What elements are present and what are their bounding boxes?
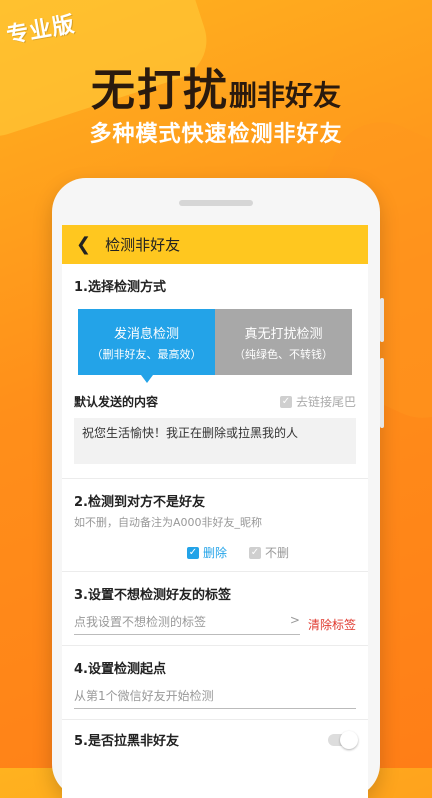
content-header: 默认发送的内容 ✓ 去链接尾巴 [74,393,356,410]
tag-placeholder: 点我设置不想检测的标签 [74,615,207,629]
message-textarea[interactable]: 祝您生活愉快！我正在删除或拉黑我的人 [74,418,356,464]
section-title: 3.设置不想检测好友的标签 [74,588,231,603]
app-title: 检测非好友 [105,236,181,254]
mode-title: 发消息检测 [113,326,179,342]
start-placeholder: 从第1个微信好友开始检测 [74,689,214,703]
section-title: 4.设置检测起点 [74,662,166,677]
check-icon: ✓ [186,546,199,559]
delete-label: 删除 [202,546,227,560]
start-input-row: 从第1个微信好友开始检测 [74,687,356,709]
phone-side-button [380,298,384,342]
phone-frame: ❮ 检测非好友 1.选择检测方式 发消息检测 （删非好友、最高效） 真无打扰检测… [52,178,384,798]
section-exclude-tags: 3.设置不想检测好友的标签 点我设置不想检测的标签 > 清除标签 [62,572,368,646]
headline-big: 无打扰 [90,65,229,116]
mode-subtitle: （删非好友、最高效） [91,347,202,361]
block-toggle[interactable] [328,730,358,749]
app-bar: ❮ 检测非好友 [62,225,368,264]
chevron-right-icon: > [289,613,300,627]
check-icon: ✓ [279,395,292,408]
tag-input-row: 点我设置不想检测的标签 > 清除标签 [74,613,356,635]
chevron-left-icon[interactable]: ❮ [76,234,91,255]
mode-subtitle: （纯绿色、不转钱） [234,347,333,361]
mode-title: 真无打扰检测 [244,326,323,342]
phone-side-button [380,358,384,428]
keep-checkbox[interactable]: ✓ 不删 [249,544,289,561]
tag-select-field[interactable]: 点我设置不想检测的标签 > [74,613,300,635]
headline-small: 删非好友 [228,79,341,112]
app-screen: ❮ 检测非好友 1.选择检测方式 发消息检测 （删非好友、最高效） 真无打扰检测… [62,225,368,798]
section-title: 1.选择检测方式 [74,280,166,295]
subheadline: 多种模式快速检测非好友 [89,122,343,147]
delete-checkbox[interactable]: ✓ 删除 [186,544,227,561]
section-start-point: 4.设置检测起点 从第1个微信好友开始检测 [62,646,368,720]
mode-selector: 发消息检测 （删非好友、最高效） 真无打扰检测 （纯绿色、不转钱） [74,295,356,385]
remove-link-checkbox[interactable]: ✓ 去链接尾巴 [279,393,356,410]
check-icon: ✓ [249,546,261,559]
mode-send-message-button[interactable]: 发消息检测 （删非好友、最高效） [78,309,215,383]
block-row: 5.是否拉黑非好友 [74,720,358,749]
section-hint: 如不删，自动备注为A000非好友_昵称 [74,516,263,529]
toggle-knob [340,730,358,749]
default-content-label: 默认发送的内容 [74,395,159,409]
section-not-friend-action: 2.检测到对方不是好友 如不删，自动备注为A000非好友_昵称 ✓ 删除 ✓ 不… [62,479,368,572]
section-detect-mode: 1.选择检测方式 发消息检测 （删非好友、最高效） 真无打扰检测 （纯绿色、不转… [62,264,368,479]
mode-no-disturb-button[interactable]: 真无打扰检测 （纯绿色、不转钱） [215,309,352,375]
start-point-field[interactable]: 从第1个微信好友开始检测 [74,687,356,709]
action-options: ✓ 删除 ✓ 不删 [74,530,356,571]
keep-label: 不删 [265,546,290,560]
section-block-non-friends: 5.是否拉黑非好友 [62,720,368,749]
phone-speaker [179,200,253,206]
clear-tags-button[interactable]: 清除标签 [308,616,356,633]
section-title: 5.是否拉黑非好友 [74,734,179,749]
headline: 无打扰删非好友 [0,54,432,118]
remove-link-label: 去链接尾巴 [295,395,356,409]
section-title: 2.检测到对方不是好友 [74,495,205,510]
